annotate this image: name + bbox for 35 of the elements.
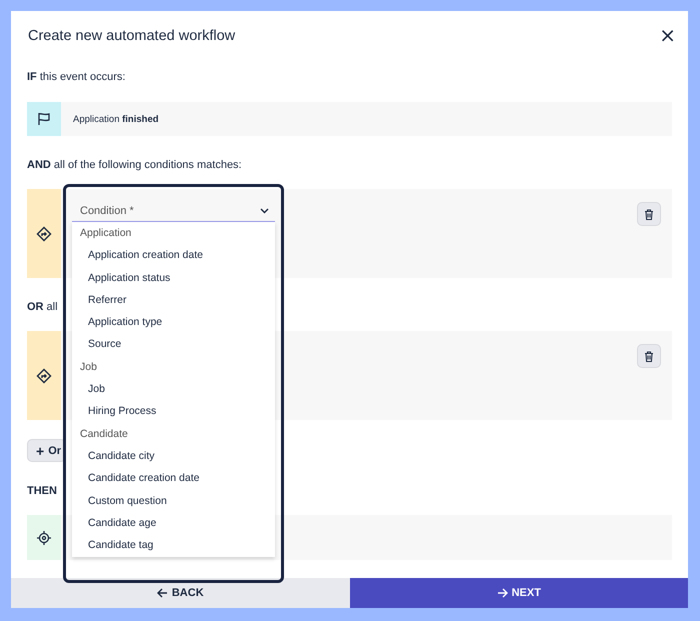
menu-option[interactable]: Job — [72, 378, 275, 400]
option-group-label: Candidate — [79, 426, 129, 442]
arrow-left-icon — [156, 588, 168, 598]
back-button[interactable]: BACK — [11, 578, 350, 608]
dialog-title: Create new automated workflow — [28, 27, 236, 45]
menu-option[interactable]: Candidate tag — [72, 534, 275, 556]
menu-option[interactable]: Referrer — [72, 288, 275, 312]
section-label: IF this event occurs: — [27, 70, 126, 85]
event-text: Application finished — [73, 114, 159, 124]
delete-button[interactable] — [637, 202, 661, 226]
menu-option[interactable]: Custom question — [72, 490, 275, 512]
chevron-down-icon — [260, 208, 269, 214]
section-label: OR all — [27, 300, 58, 315]
section-label: AND all of the following conditions matches: — [27, 158, 242, 173]
next-button[interactable]: NEXT — [350, 578, 688, 608]
menu-option[interactable]: Candidate city — [72, 444, 275, 468]
trash-icon — [644, 208, 654, 220]
menu-option[interactable]: Candidate creation date — [72, 467, 275, 490]
target-icon — [36, 530, 52, 546]
direction-sign-icon — [36, 226, 52, 242]
menu-option[interactable]: Source — [72, 333, 275, 356]
trash-icon — [644, 350, 654, 362]
menu-option[interactable]: Hiring Process — [72, 400, 275, 423]
menu-option[interactable]: Application status — [72, 266, 275, 289]
menu-option[interactable]: Application creation date — [72, 244, 275, 267]
option-group-label: Application — [79, 226, 132, 241]
menu-option[interactable]: Candidate age — [72, 512, 275, 534]
arrow-right-icon — [496, 588, 508, 598]
direction-sign-icon — [36, 368, 52, 384]
close-button[interactable]: × — [659, 25, 676, 45]
menu-option[interactable]: Application type — [72, 311, 275, 334]
flag-icon — [36, 111, 52, 127]
section-label: THEN — [27, 484, 57, 499]
option-group-label: Job — [79, 360, 98, 375]
delete-button[interactable] — [637, 344, 661, 368]
